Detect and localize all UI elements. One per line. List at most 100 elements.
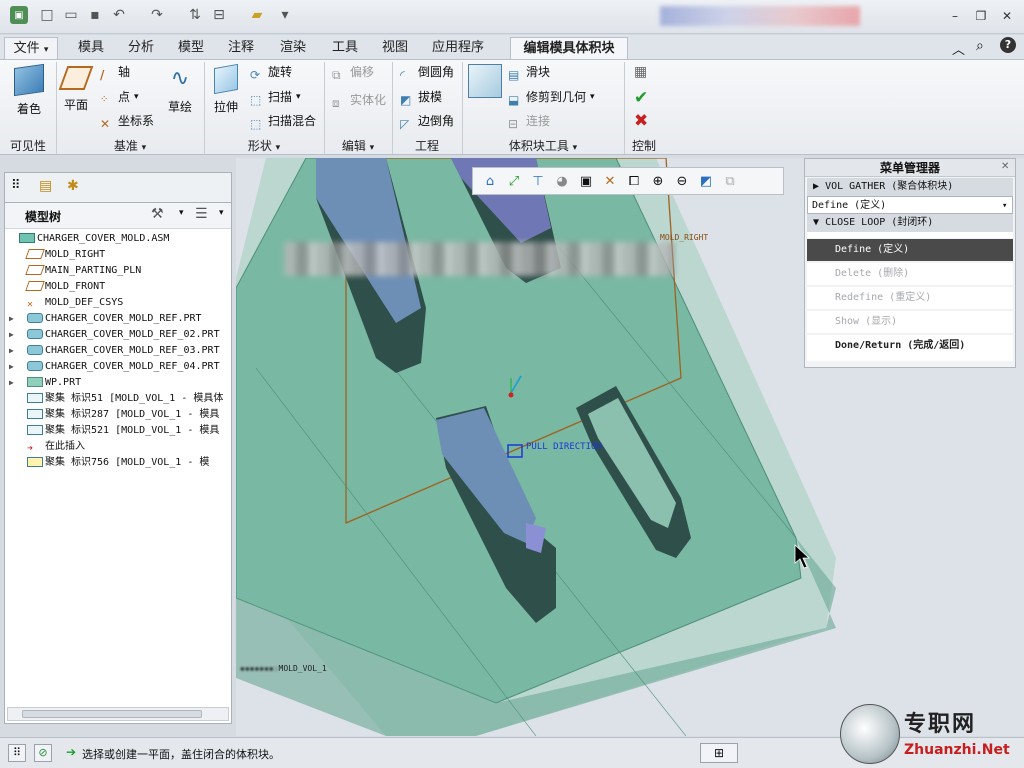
tab-model[interactable]: 模型 xyxy=(174,37,208,59)
search-icon[interactable]: ⌕ xyxy=(976,38,984,54)
tree-item[interactable]: ➔ 在此插入 xyxy=(9,439,85,455)
horizontal-scrollbar[interactable] xyxy=(7,707,229,721)
refit-icon[interactable]: ⌂ xyxy=(479,170,501,192)
restore-icon[interactable]: ❐ xyxy=(972,8,990,24)
define-dropdown[interactable]: Define (定义) ▾ xyxy=(807,196,1013,214)
minimize-icon[interactable]: – xyxy=(946,8,964,24)
tab-annotate[interactable]: 注释 xyxy=(224,37,258,59)
tree-settings-icon[interactable]: ⚒ xyxy=(151,206,164,222)
chevron-down-icon[interactable]: ▾ xyxy=(219,208,224,218)
tree-item[interactable]: ▶ CHARGER_COVER_MOLD_REF_04.PRT xyxy=(9,359,220,375)
ok-check-icon[interactable]: ✔ xyxy=(634,88,648,108)
revolve-button[interactable]: ⟳ 旋转 xyxy=(250,62,292,82)
browser-toggle-icon[interactable]: ⊘ xyxy=(34,744,52,762)
tree-item[interactable]: ▶ CHARGER_COVER_MOLD_REF_02.PRT xyxy=(9,327,220,343)
annotation-display-icon[interactable]: ✕ xyxy=(599,170,621,192)
zoom-in-icon[interactable]: ⊕ xyxy=(647,170,669,192)
help-icon[interactable]: ? xyxy=(1000,37,1016,53)
tree-item[interactable]: 聚集 标识287 [MOLD_VOL_1 - 模具 xyxy=(9,407,219,423)
spin-center-icon[interactable]: ◕ xyxy=(551,170,573,192)
axis-button[interactable]: / 轴 xyxy=(100,62,130,82)
reorient-icon[interactable]: ◩ xyxy=(695,170,717,192)
menu-manager-close-icon[interactable]: ✕ xyxy=(1001,161,1009,172)
chamfer-button[interactable]: ◸ 边倒角 xyxy=(400,111,454,131)
sweep-button[interactable]: ⬚ 扫描 ▾ xyxy=(250,87,301,107)
tree-item[interactable]: MOLD_FRONT xyxy=(9,279,105,295)
tree-item[interactable]: 聚集 标识756 [MOLD_VOL_1 - 模 xyxy=(9,455,209,471)
new-file-icon[interactable]: □ xyxy=(38,6,56,24)
slide-button[interactable]: ▤ 滑块 xyxy=(508,62,550,82)
plane-button[interactable]: 平面 xyxy=(58,66,94,113)
tree-item[interactable]: MOLD_RIGHT xyxy=(9,247,105,263)
customize-toolbar-icon[interactable]: ▾ xyxy=(276,6,294,24)
tab-mold[interactable]: 模具 xyxy=(74,37,108,59)
solidify-button[interactable]: ⧈ 实体化 xyxy=(332,90,386,110)
selection-filter-icon[interactable]: ⊞ xyxy=(700,743,738,763)
tab-file[interactable]: 文件 ▾ xyxy=(4,37,58,59)
datum-display-icon[interactable]: ⊤ xyxy=(527,170,549,192)
tree-item[interactable]: CHARGER_COVER_MOLD.ASM xyxy=(9,231,169,247)
cancel-x-icon[interactable]: ✖ xyxy=(634,111,648,131)
tree-expander-icon[interactable]: ▶ xyxy=(9,327,19,343)
tree-filters-icon[interactable]: ☰ xyxy=(195,206,208,222)
saved-views-icon[interactable]: ⤢ xyxy=(503,170,525,192)
open-folder-icon[interactable]: ▭ xyxy=(62,6,80,24)
chevron-down-icon: ▾ xyxy=(275,143,281,153)
close-icon[interactable]: ✕ xyxy=(998,8,1016,24)
save-icon[interactable]: ▪ xyxy=(86,6,104,24)
round-button[interactable]: ◜ 倒圆角 xyxy=(400,62,454,82)
trim-to-geometry-button[interactable]: ⬓ 修剪到几何 ▾ xyxy=(508,87,595,107)
repaint-icon[interactable]: ⧉ xyxy=(719,170,741,192)
chevron-down-icon[interactable]: ▾ xyxy=(179,208,184,218)
vol-gather-header[interactable]: ▶ VOL GATHER (聚合体积块) xyxy=(807,178,1013,196)
shading-button[interactable]: 着色 xyxy=(8,63,50,117)
tree-item[interactable]: 聚集 标识51 [MOLD_VOL_1 - 模具体 xyxy=(9,391,223,407)
tab-analysis[interactable]: 分析 xyxy=(124,37,158,59)
tree-item[interactable]: ✕ MOLD_DEF_CSYS xyxy=(9,295,123,311)
folder-browser-tab-icon[interactable]: ▤ xyxy=(39,178,61,198)
offset-button[interactable]: ⧉ 偏移 xyxy=(332,62,374,82)
menu-item-delete[interactable]: Delete (删除) xyxy=(807,263,1013,285)
draft-button[interactable]: ◩ 拔模 xyxy=(400,87,442,107)
navigator-toggle-icon[interactable]: ⠿ xyxy=(8,744,26,762)
close-loop-header[interactable]: ▼ CLOSE LOOP (封闭环) xyxy=(807,214,1013,232)
collapse-ribbon-icon[interactable]: ︿ xyxy=(952,39,965,58)
tree-item[interactable]: ▶ CHARGER_COVER_MOLD_REF.PRT xyxy=(9,311,202,327)
tab-applications[interactable]: 应用程序 xyxy=(428,37,488,59)
connect-button[interactable]: ⊟ 连接 xyxy=(508,111,550,131)
undo-icon[interactable]: ↶ xyxy=(110,6,128,24)
extrude-button[interactable]: 拉伸 xyxy=(208,63,244,115)
regenerate-icon[interactable]: ⇅ xyxy=(186,6,204,24)
zoom-out-icon[interactable]: ⊖ xyxy=(671,170,693,192)
menu-item-define[interactable]: Define (定义) xyxy=(807,239,1013,261)
tree-expander-icon[interactable]: ▶ xyxy=(9,343,19,359)
swept-blend-button[interactable]: ⬚ 扫描混合 xyxy=(250,111,316,131)
scrollbar-thumb[interactable] xyxy=(22,710,202,718)
menu-item-done-return[interactable]: Done/Return (完成/返回) xyxy=(807,335,1013,361)
tab-render[interactable]: 渲染 xyxy=(276,37,310,59)
tree-item[interactable]: ▶ WP.PRT xyxy=(9,375,81,391)
close-window-icon[interactable]: ▰ xyxy=(248,6,266,24)
point-button[interactable]: ⁘ 点 ▾ xyxy=(100,87,139,107)
tree-expander-icon[interactable]: ▶ xyxy=(9,311,19,327)
properties-icon[interactable]: ▦ xyxy=(634,64,647,80)
tab-edit-mold-volume[interactable]: 编辑模具体积块 xyxy=(510,37,628,59)
redo-icon[interactable]: ↷ xyxy=(148,6,166,24)
menu-item-redefine[interactable]: Redefine (重定义) xyxy=(807,287,1013,309)
menu-item-show[interactable]: Show (显示) xyxy=(807,311,1013,333)
tab-tools[interactable]: 工具 xyxy=(328,37,362,59)
zoom-window-icon[interactable]: ⧠ xyxy=(623,170,645,192)
tree-item[interactable]: MAIN_PARTING_PLN xyxy=(9,263,141,279)
favorites-tab-icon[interactable]: ✱ xyxy=(67,178,89,198)
model-tree-tab-icon[interactable]: ⠿ xyxy=(11,178,33,198)
tree-expander-icon[interactable]: ▶ xyxy=(9,375,19,391)
csys-button[interactable]: ✕ 坐标系 xyxy=(100,111,154,131)
mold-volume-icon[interactable] xyxy=(468,64,502,98)
windows-icon[interactable]: ⊟ xyxy=(210,6,228,24)
tree-item[interactable]: 聚集 标识521 [MOLD_VOL_1 - 模具 xyxy=(9,423,219,439)
tree-expander-icon[interactable]: ▶ xyxy=(9,359,19,375)
tree-item[interactable]: ▶ CHARGER_COVER_MOLD_REF_03.PRT xyxy=(9,343,220,359)
display-style-icon[interactable]: ▣ xyxy=(575,170,597,192)
tab-view[interactable]: 视图 xyxy=(378,37,412,59)
sketch-button[interactable]: ∿ 草绘 xyxy=(162,66,198,115)
